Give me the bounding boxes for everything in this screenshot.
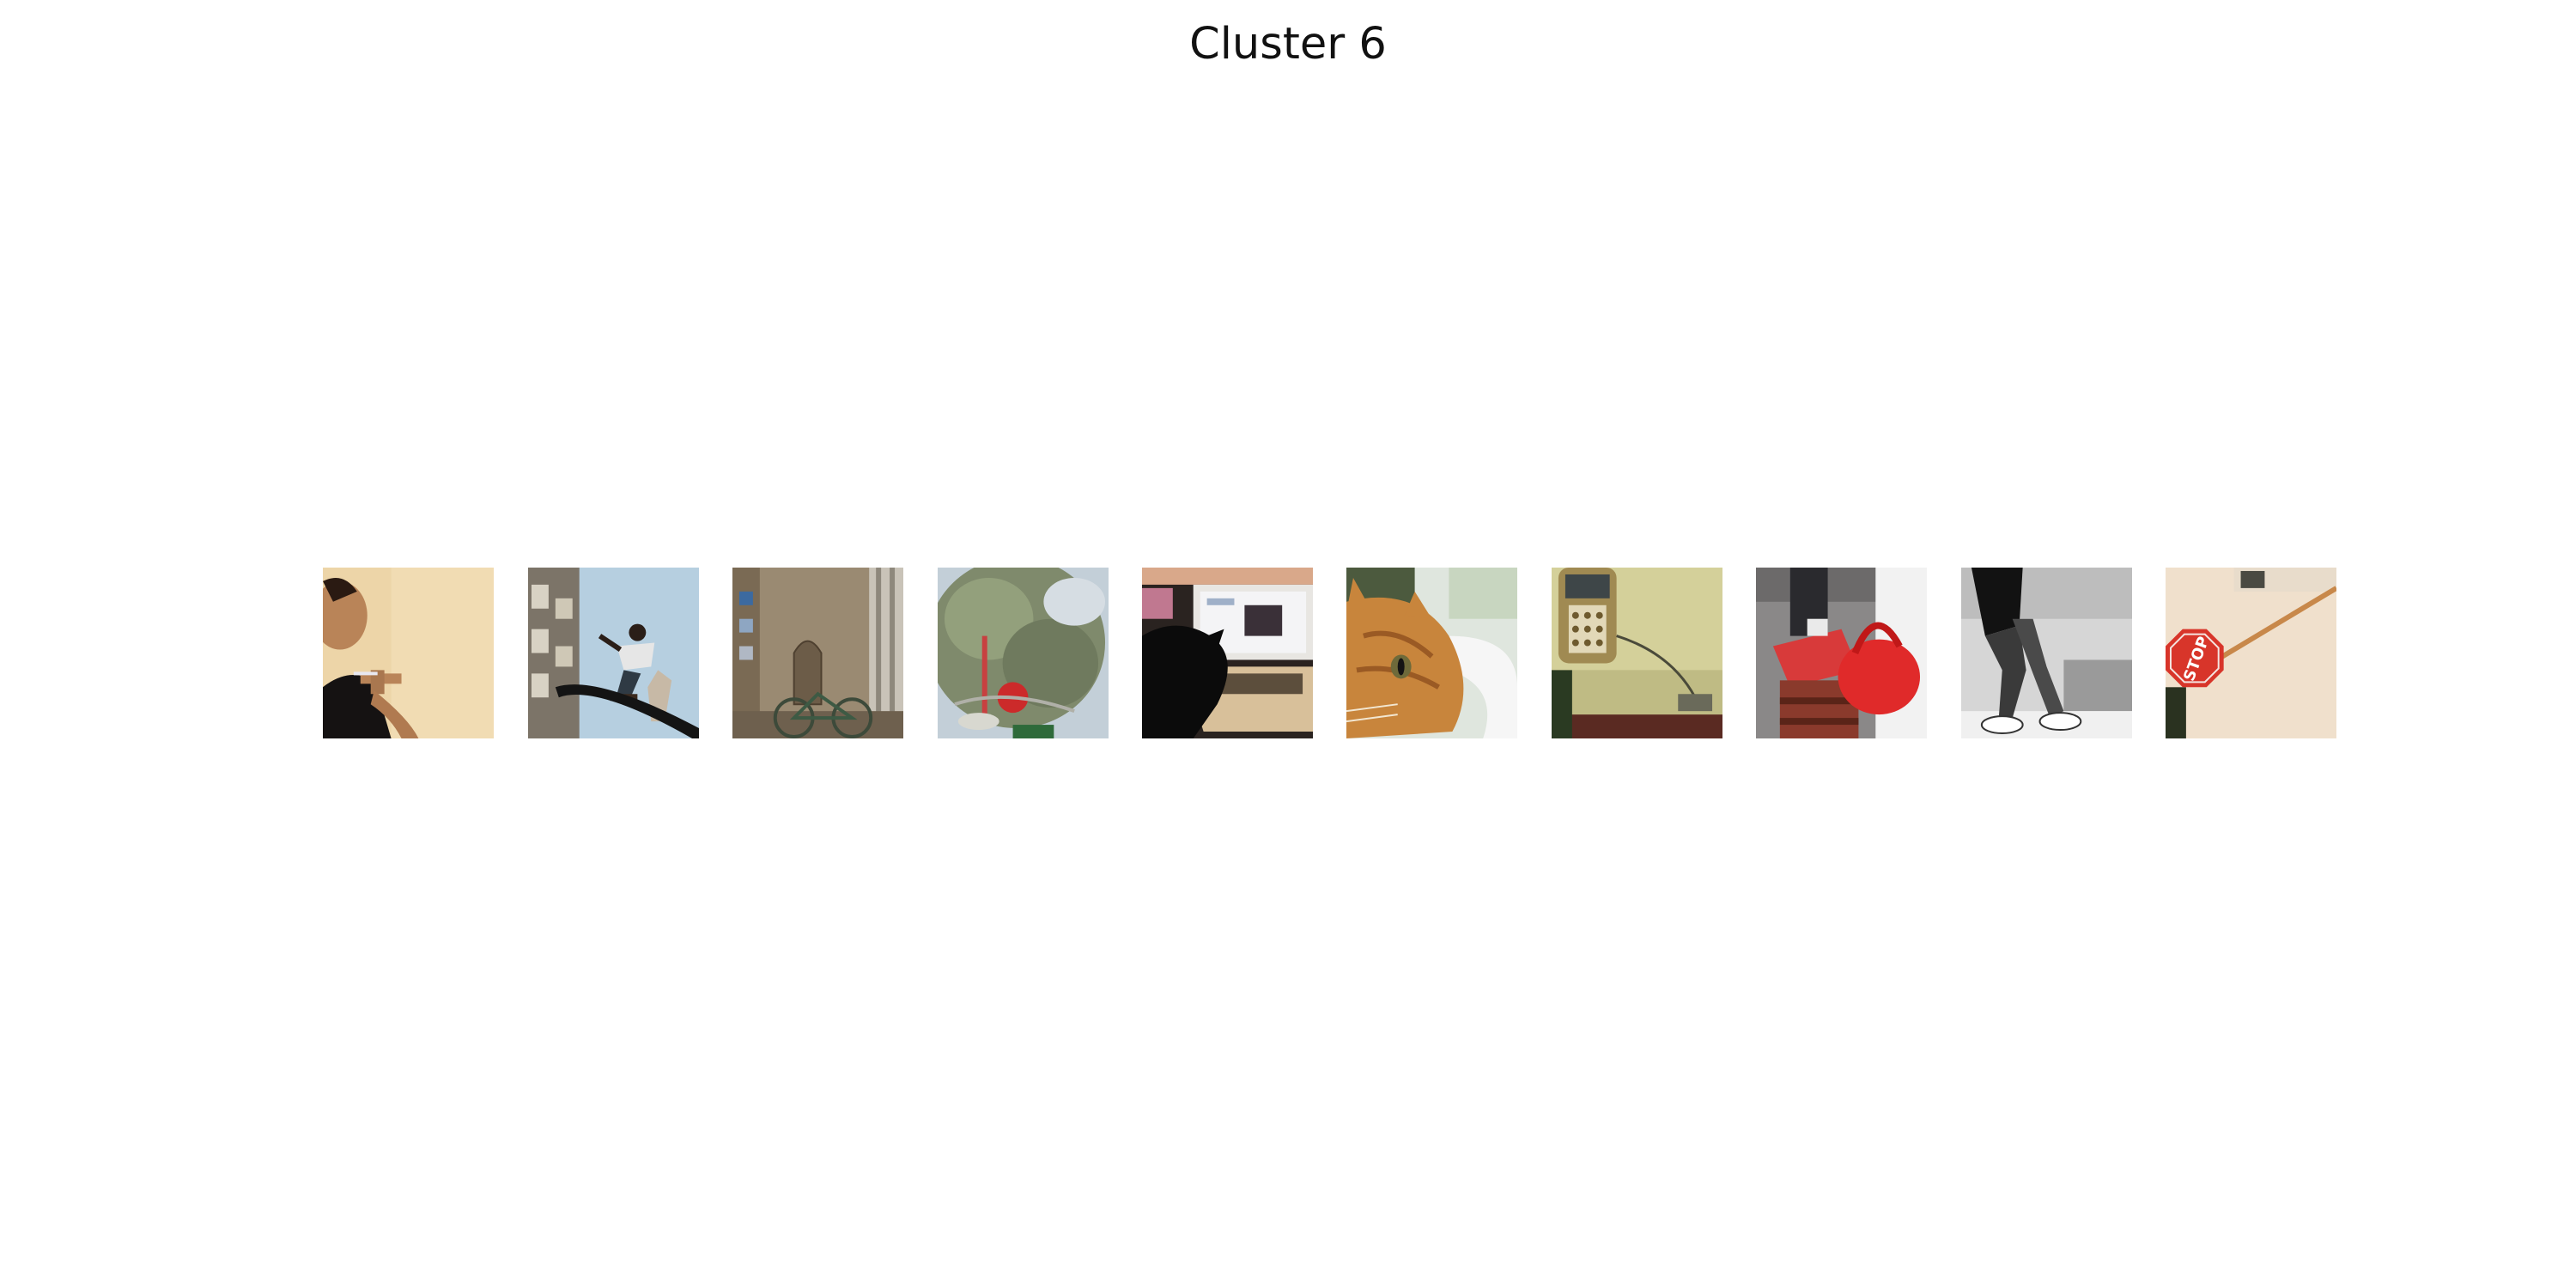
thumbnail-skateboarder-jump [528, 568, 699, 738]
thumbnail-bicycle-stone-wall [732, 568, 903, 738]
thumbnail-stop-sign: STOP [2166, 568, 2336, 738]
thumbnail-legs-sneakers [1961, 568, 2132, 738]
figure-title: Cluster 6 [1189, 19, 1387, 70]
thumbnail-tree-red-object [938, 568, 1109, 738]
thumbnail-orange-cat-sink [1346, 568, 1517, 738]
thumbnail-cat-laptop [1142, 568, 1313, 738]
thumbnail-person-toothbrush [323, 568, 494, 738]
thumbnail-red-handbag [1756, 568, 1927, 738]
thumbnail-strip: STOP [0, 568, 2576, 738]
thumbnail-phone-on-wall [1552, 568, 1722, 738]
